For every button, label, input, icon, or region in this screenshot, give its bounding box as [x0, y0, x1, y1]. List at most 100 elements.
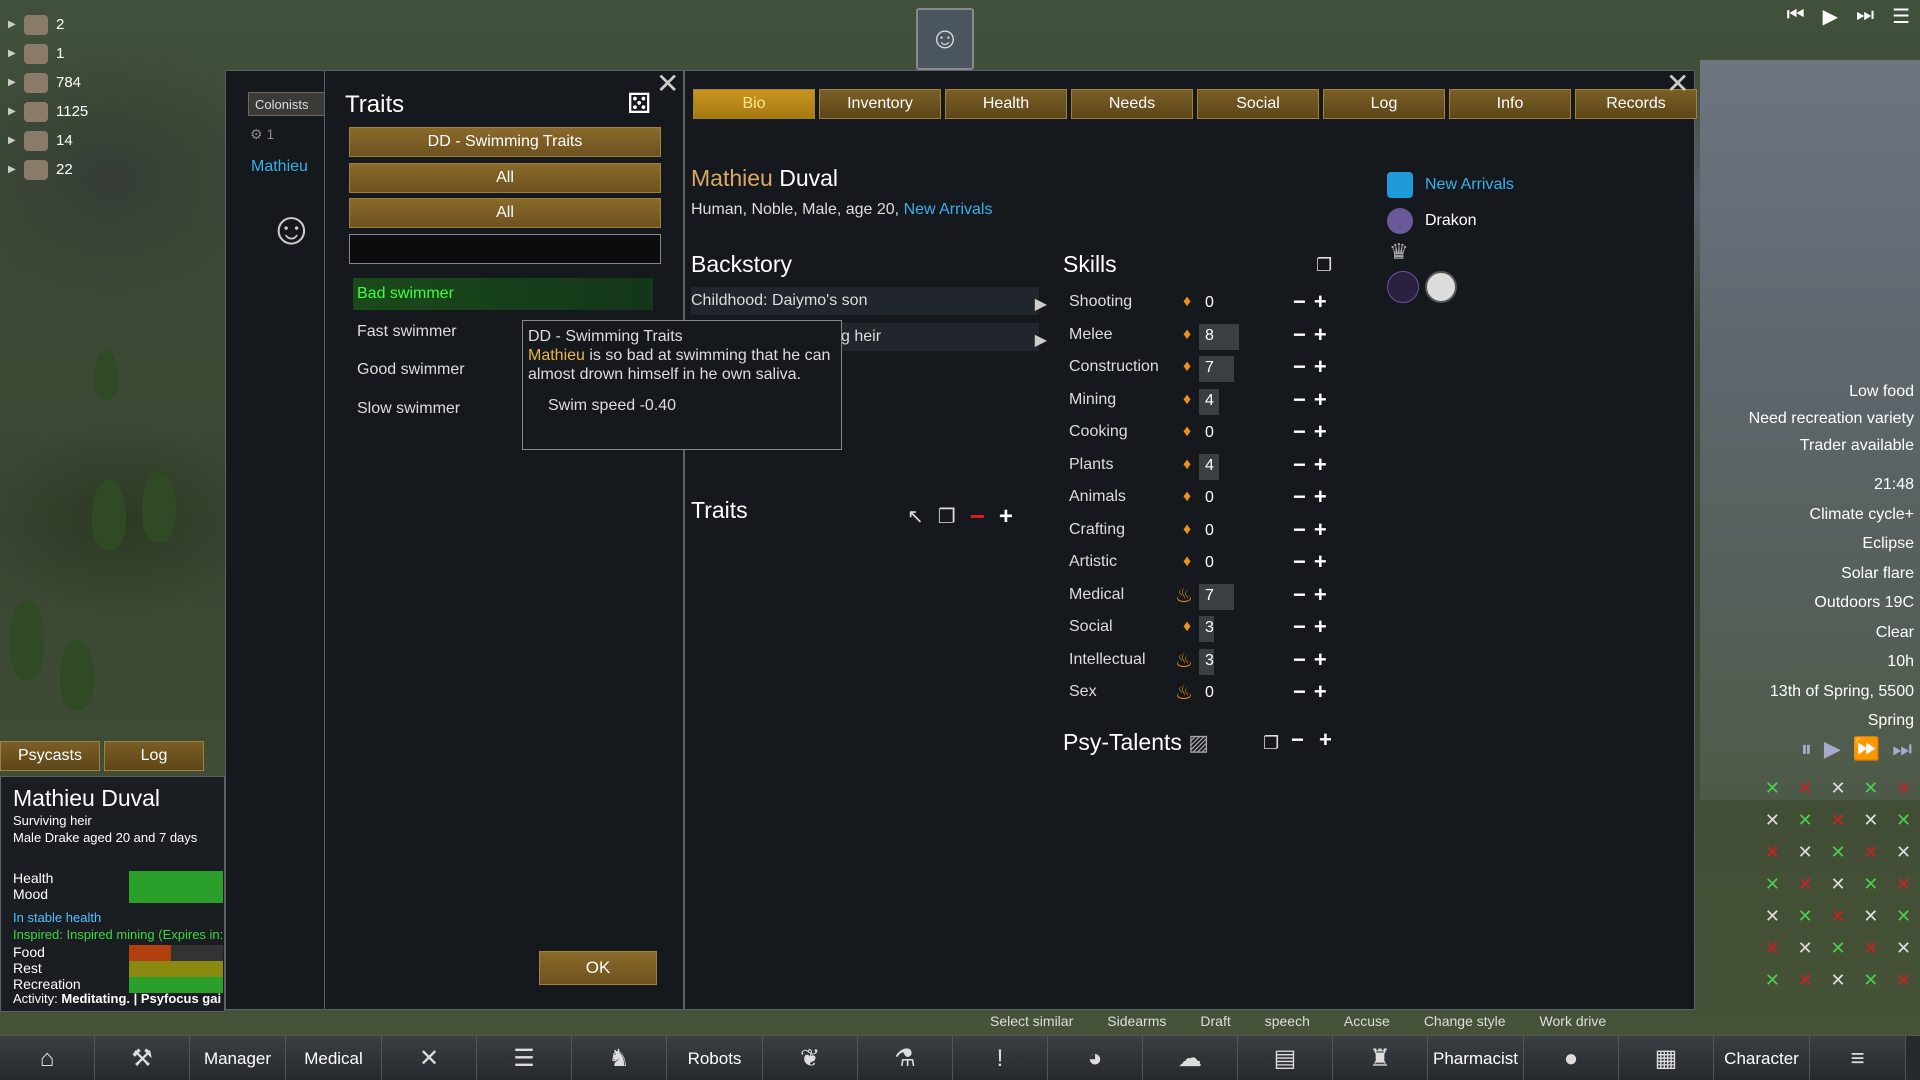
bottom-tab-button[interactable]: ❦: [763, 1036, 858, 1080]
copy-psy-icon[interactable]: ❐: [1263, 733, 1279, 754]
queue-icon[interactable]: ☰: [1892, 4, 1910, 29]
trait-item[interactable]: Bad swimmer: [353, 278, 653, 310]
bottom-tab-button[interactable]: ◕: [1048, 1036, 1143, 1080]
order-icon[interactable]: ✕: [1887, 804, 1920, 836]
alert-item[interactable]: Need recreation variety: [1749, 405, 1914, 432]
psyfocus-icon[interactable]: [1387, 271, 1419, 303]
last-name[interactable]: Duval: [773, 165, 838, 191]
remove-trait-icon[interactable]: −: [970, 501, 985, 532]
order-icon[interactable]: ✕: [1789, 900, 1822, 932]
order-icon[interactable]: ✕: [1854, 836, 1887, 868]
order-icon[interactable]: ✕: [1756, 804, 1789, 836]
order-icon[interactable]: ✕: [1854, 900, 1887, 932]
tab-psycasts[interactable]: Psycasts: [0, 741, 100, 771]
order-icon[interactable]: ✕: [1822, 836, 1855, 868]
order-icon[interactable]: ✕: [1887, 900, 1920, 932]
bottom-tab-button[interactable]: ●: [1524, 1036, 1619, 1080]
order-icon[interactable]: ✕: [1887, 932, 1920, 964]
copy-skills-icon[interactable]: ❐: [1316, 255, 1332, 276]
bottom-tab-medical[interactable]: Medical: [286, 1036, 382, 1080]
expand-arrow-icon[interactable]: ▶: [8, 164, 20, 175]
skill-minus-icon[interactable]: −: [1293, 679, 1314, 704]
skill-minus-icon[interactable]: −: [1293, 452, 1314, 477]
skill-plus-icon[interactable]: +: [1314, 419, 1335, 444]
skill-minus-icon[interactable]: −: [1293, 582, 1314, 607]
tab-log[interactable]: Log: [104, 741, 204, 771]
tab-needs[interactable]: Needs: [1071, 89, 1193, 119]
order-icon[interactable]: ✕: [1887, 868, 1920, 900]
faction-link[interactable]: New Arrivals: [904, 201, 993, 218]
expand-arrow-icon[interactable]: ▶: [8, 135, 20, 146]
minor-passion-icon[interactable]: ♦: [1183, 456, 1191, 474]
colonist-bar-portrait[interactable]: ☺: [916, 8, 974, 70]
skill-plus-icon[interactable]: +: [1314, 452, 1335, 477]
order-icon[interactable]: ✕: [1822, 804, 1855, 836]
tab-social[interactable]: Social: [1197, 89, 1319, 119]
copy-icon[interactable]: ❐: [938, 504, 956, 529]
order-icon[interactable]: ✕: [1789, 836, 1822, 868]
pointer-icon[interactable]: ↖: [907, 504, 924, 529]
ability-icon[interactable]: [1425, 271, 1457, 303]
tab-info[interactable]: Info: [1449, 89, 1571, 119]
alert-item[interactable]: Low food: [1749, 378, 1914, 405]
order-icon[interactable]: ✕: [1887, 836, 1920, 868]
trait-source-filter[interactable]: DD - Swimming Traits: [349, 127, 661, 157]
order-icon[interactable]: ✕: [1756, 964, 1789, 996]
skill-minus-icon[interactable]: −: [1293, 614, 1314, 639]
bottom-tab-pharmacist[interactable]: Pharmacist: [1428, 1036, 1524, 1080]
major-passion-icon[interactable]: ♨: [1175, 583, 1193, 608]
bottom-tab-manager[interactable]: Manager: [190, 1036, 286, 1080]
major-passion-icon[interactable]: ♨: [1175, 680, 1193, 705]
resource-row[interactable]: ▶ 14: [8, 126, 118, 155]
order-icon[interactable]: ✕: [1854, 804, 1887, 836]
skill-plus-icon[interactable]: +: [1314, 354, 1335, 379]
order-icon[interactable]: ✕: [1822, 772, 1855, 804]
skill-minus-icon[interactable]: −: [1293, 484, 1314, 509]
psy-plus-icon[interactable]: +: [1319, 727, 1332, 753]
skill-plus-icon[interactable]: +: [1314, 322, 1335, 347]
command-label[interactable]: Change style: [1424, 1013, 1506, 1029]
tab-colonists[interactable]: Colonists: [248, 92, 326, 116]
minor-passion-icon[interactable]: ♦: [1183, 488, 1191, 506]
skill-plus-icon[interactable]: +: [1314, 614, 1335, 639]
skill-minus-icon[interactable]: −: [1293, 354, 1314, 379]
expand-arrow-icon[interactable]: ▶: [8, 106, 20, 117]
randomize-dice-icon[interactable]: ⚄: [627, 89, 657, 119]
order-icon[interactable]: ✕: [1822, 932, 1855, 964]
resource-row[interactable]: ▶ 1: [8, 39, 118, 68]
ultra-speed-icon[interactable]: ⏭: [1892, 736, 1912, 762]
bottom-tab-button[interactable]: ☁: [1143, 1036, 1238, 1080]
bottom-tab-button[interactable]: ♞: [572, 1036, 667, 1080]
skip-back-icon[interactable]: ⏮: [1787, 4, 1805, 29]
order-icon[interactable]: ✕: [1822, 900, 1855, 932]
minor-passion-icon[interactable]: ♦: [1183, 423, 1191, 441]
normal-speed-icon[interactable]: ▶: [1824, 736, 1841, 762]
order-icon[interactable]: ✕: [1756, 836, 1789, 868]
fast-speed-icon[interactable]: ⏩: [1853, 736, 1880, 762]
bottom-tab-button[interactable]: ▤: [1238, 1036, 1333, 1080]
resource-row[interactable]: ▶ 784: [8, 68, 118, 97]
bottom-tab-button[interactable]: ⚗: [858, 1036, 953, 1080]
skill-plus-icon[interactable]: +: [1314, 549, 1335, 574]
resource-row[interactable]: ▶ 1125: [8, 97, 118, 126]
order-icon[interactable]: ✕: [1789, 868, 1822, 900]
trait-search-input[interactable]: [349, 234, 661, 264]
tab-log[interactable]: Log: [1323, 89, 1445, 119]
minor-passion-icon[interactable]: ♦: [1183, 391, 1191, 409]
order-icon[interactable]: ✕: [1789, 772, 1822, 804]
bottom-tab-button[interactable]: ✕: [382, 1036, 477, 1080]
bottom-tab-button[interactable]: ▦: [1619, 1036, 1714, 1080]
skill-plus-icon[interactable]: +: [1314, 647, 1335, 672]
expand-arrow-icon[interactable]: ▶: [1035, 291, 1047, 319]
major-passion-icon[interactable]: ♨: [1175, 648, 1193, 673]
expand-arrow-icon[interactable]: ▶: [8, 19, 20, 30]
skill-minus-icon[interactable]: −: [1293, 322, 1314, 347]
tab-inventory[interactable]: Inventory: [819, 89, 941, 119]
order-icon[interactable]: ✕: [1854, 772, 1887, 804]
order-icon[interactable]: ✕: [1756, 900, 1789, 932]
add-trait-icon[interactable]: +: [999, 503, 1013, 531]
minor-passion-icon[interactable]: ♦: [1183, 293, 1191, 311]
pawn-portrait-icon[interactable]: ☺: [268, 190, 315, 266]
skill-plus-icon[interactable]: +: [1314, 484, 1335, 509]
expand-arrow-icon[interactable]: ▶: [8, 48, 20, 59]
